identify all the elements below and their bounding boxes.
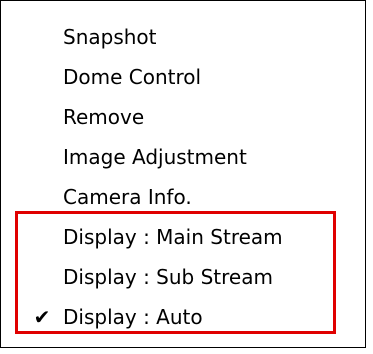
menu-item-display-sub-stream[interactable]: Display : Sub Stream (1, 257, 365, 297)
menu-item-label: Camera Info. (63, 185, 192, 209)
menu-item-camera-info[interactable]: Camera Info. (1, 177, 365, 217)
menu-item-image-adjustment[interactable]: Image Adjustment (1, 137, 365, 177)
menu-item-label: Image Adjustment (63, 145, 247, 169)
menu-item-display-auto[interactable]: ✔ Display : Auto (1, 297, 365, 337)
checkmark-icon: ✔ (33, 305, 51, 329)
menu-item-label: Display : Main Stream (63, 225, 283, 249)
menu-item-label: Dome Control (63, 65, 202, 89)
menu-item-remove[interactable]: Remove (1, 97, 365, 137)
menu-item-label: Display : Auto (63, 305, 203, 329)
menu-item-display-main-stream[interactable]: Display : Main Stream (1, 217, 365, 257)
menu-item-label: Remove (63, 105, 145, 129)
context-menu: Snapshot Dome Control Remove Image Adjus… (0, 0, 366, 348)
menu-item-label: Display : Sub Stream (63, 265, 273, 289)
menu-item-snapshot[interactable]: Snapshot (1, 17, 365, 57)
menu-item-label: Snapshot (63, 25, 157, 49)
menu-item-dome-control[interactable]: Dome Control (1, 57, 365, 97)
